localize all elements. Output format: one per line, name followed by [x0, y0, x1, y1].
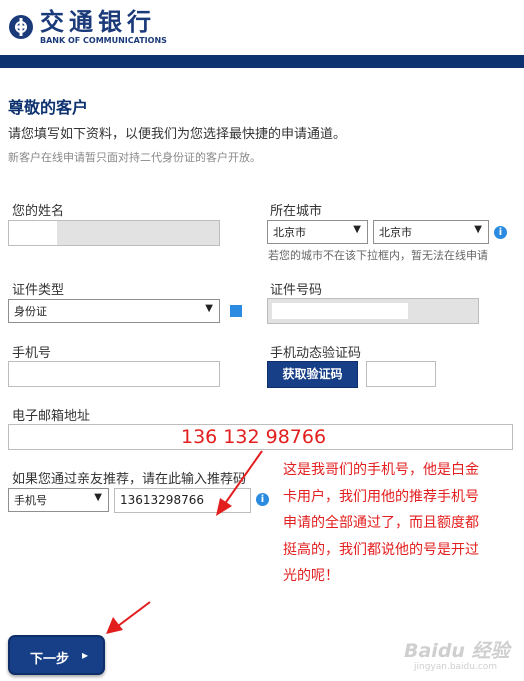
- arrow-to-referral-icon: [216, 450, 263, 516]
- watermark-brand: Baidu 经验: [404, 640, 510, 662]
- next-button-label: 下一步: [30, 652, 70, 667]
- next-button[interactable]: 下一步 ▸: [8, 635, 105, 675]
- annotation-arrows: [106, 450, 263, 634]
- chevron-right-icon: ▸: [82, 648, 89, 662]
- watermark-url: jingyan.baidu.com: [414, 662, 498, 672]
- arrow-to-next-icon: [106, 601, 151, 634]
